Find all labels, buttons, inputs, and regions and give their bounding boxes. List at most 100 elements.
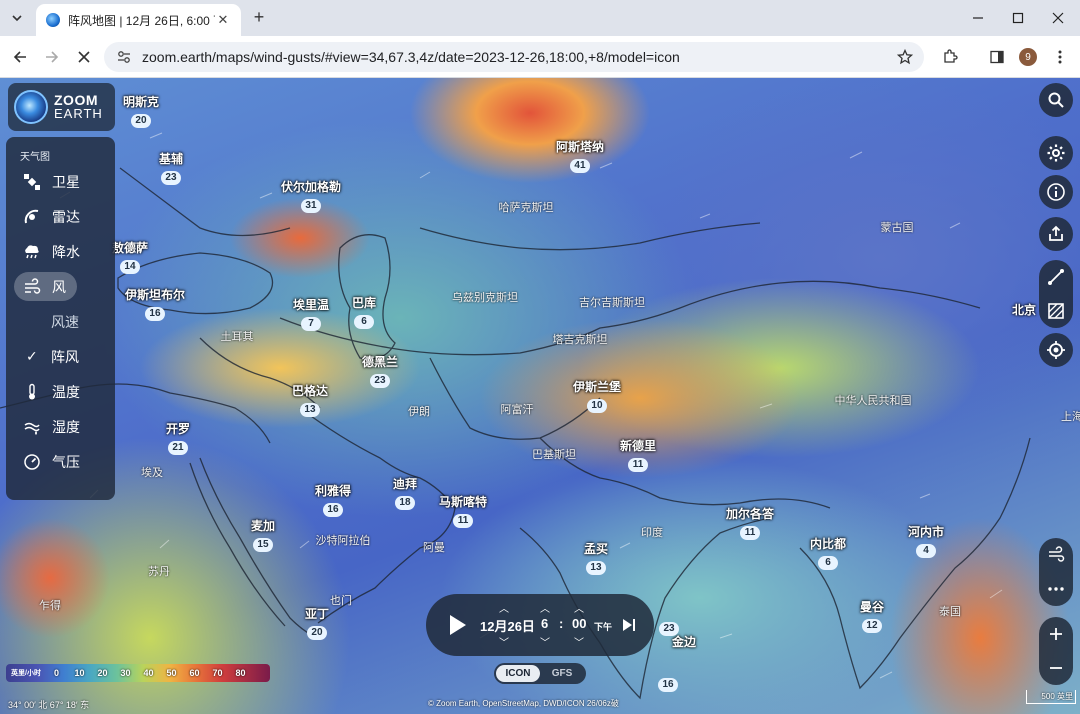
precipitation-icon [22,242,42,262]
hatched-area-icon [1048,303,1064,319]
legend-tick: 30 [120,668,131,678]
logo-line2: EARTH [54,106,103,121]
humidity-icon [22,417,42,437]
globe-icon [14,90,48,124]
legend-tick: 0 [53,668,59,678]
wind-icon [1049,546,1065,562]
address-bar[interactable]: zoom.earth/maps/wind-gusts/#view=34,67.3… [104,42,924,72]
more-vert-icon [1058,50,1062,64]
logo-line1: ZOOM [54,92,98,108]
share-button[interactable] [1039,217,1073,251]
layer-humidity[interactable]: 湿度 [6,409,115,444]
stop-loading-button[interactable] [72,45,96,69]
layers-panel: 天气图 卫星 雷达 降水 风 风速 ✓ 阵风 温度 湿度 气压 [6,137,115,500]
date-up-icon[interactable]: ︿ [499,600,509,615]
minute-down-icon[interactable]: ﹀ [574,634,584,649]
maximize-button[interactable] [1008,8,1028,28]
attribution[interactable]: © Zoom Earth, OpenStreetMap, DWD/ICON 26… [428,698,619,709]
browser-tab[interactable]: 阵风地图 | 12月 26日, 6:00 下午 ✕ [36,4,241,36]
timeline-hour[interactable]: 6 [541,616,548,631]
timeline-date[interactable]: 12月26日 [480,616,535,635]
layer-wind[interactable]: 风 [6,269,115,304]
back-button[interactable] [8,45,32,69]
zoom-controls [1039,617,1073,685]
tab-close-icon[interactable]: ✕ [215,12,231,28]
settings-button[interactable] [1039,136,1073,170]
menu-button[interactable] [1048,45,1072,69]
site-info-icon[interactable] [116,49,132,65]
legend-tick: 10 [74,668,85,678]
layer-wind-speed[interactable]: 风速 [6,304,115,339]
search-button[interactable] [1039,83,1073,117]
layer-temperature[interactable]: 温度 [6,374,115,409]
star-icon [897,49,913,65]
zoom-out-button[interactable] [1049,651,1063,685]
profile-button[interactable]: 9 [1016,45,1040,69]
layer-precipitation[interactable]: 降水 [6,234,115,269]
radar-icon [22,207,42,227]
model-gfs-button[interactable]: GFS [540,665,584,682]
arrow-right-icon [46,51,59,63]
search-icon [1048,92,1064,108]
puzzle-icon [944,49,958,63]
bookmark-button[interactable] [893,45,917,69]
extensions-button[interactable] [938,45,962,69]
locate-button[interactable] [1039,333,1073,367]
zoom-earth-logo[interactable]: ZOOM EARTH [8,83,115,131]
layer-wind-gusts[interactable]: ✓ 阵风 [6,339,115,374]
browser-window: 阵风地图 | 12月 26日, 6:00 下午 ✕ + zoom.earth/m… [0,0,1080,714]
layer-pressure[interactable]: 气压 [6,444,115,479]
side-panel-button[interactable] [985,45,1009,69]
legend-tick: 20 [97,668,108,678]
pressure-icon [22,452,42,472]
satellite-icon [22,172,42,192]
timeline-minute[interactable]: 00 [572,616,586,631]
chevron-down-icon [12,15,22,22]
crosshair-icon [1047,341,1065,359]
url-text: zoom.earth/maps/wind-gusts/#view=34,67.3… [142,49,680,65]
minimize-button[interactable] [968,8,988,28]
more-horiz-icon [1048,587,1064,591]
skip-next-icon[interactable] [622,618,636,632]
tab-strip: 阵风地图 | 12月 26日, 6:00 下午 ✕ + [0,0,1080,36]
thermometer-icon [22,382,42,402]
wind-legend[interactable]: 英里/小时 0 10 20 30 40 50 60 70 80 [6,664,270,682]
more-options-button[interactable] [1047,572,1065,606]
arrow-left-icon [13,51,26,63]
hour-up-icon[interactable]: ︿ [540,600,550,615]
measure-button[interactable] [1047,260,1065,294]
legend-tick: 70 [212,668,223,678]
legend-tick: 40 [143,668,154,678]
info-icon [1047,183,1065,201]
measure-line-icon [1048,269,1064,285]
legend-tick: 80 [235,668,246,678]
play-icon[interactable] [448,613,468,637]
layer-satellite[interactable]: 卫星 [6,164,115,199]
wind-icon [22,277,42,297]
cursor-coordinates: 34° 00′ 北 67° 18′ 东 [8,700,90,710]
legend-unit: 英里/小时 [11,670,41,677]
forward-button[interactable] [40,45,64,69]
date-down-icon[interactable]: ﹀ [499,634,509,649]
layers-header: 天气图 [20,152,50,163]
timeline-control: 12月26日 6 : 00 下午 ︿ ﹀ ︿ ﹀ ︿ ﹀ [426,594,654,656]
info-button[interactable] [1039,175,1073,209]
timeline-ampm[interactable]: 下午 [594,620,612,633]
share-icon [1049,225,1063,241]
area-button[interactable] [1047,294,1065,328]
close-window-button[interactable] [1048,8,1068,28]
weather-map[interactable]: 阿斯塔纳 41 伏尔加格勒 31 基辅 23 明斯克 20 敖德萨 14 伊斯坦布尔 16 … [0,78,1080,714]
new-tab-button[interactable]: + [249,8,269,28]
wind-animation-button[interactable] [1047,538,1065,572]
hour-down-icon[interactable]: ﹀ [540,634,550,649]
avatar: 9 [1019,48,1037,66]
gear-icon [1047,144,1065,162]
model-icon-button[interactable]: ICON [496,665,540,682]
close-icon [78,51,90,63]
tab-search-button[interactable] [6,7,28,29]
layer-radar[interactable]: 雷达 [6,199,115,234]
minute-up-icon[interactable]: ︿ [574,600,584,615]
model-switch: ICON GFS [494,663,586,684]
zoom-in-button[interactable] [1049,617,1063,651]
minus-icon [1050,667,1062,669]
